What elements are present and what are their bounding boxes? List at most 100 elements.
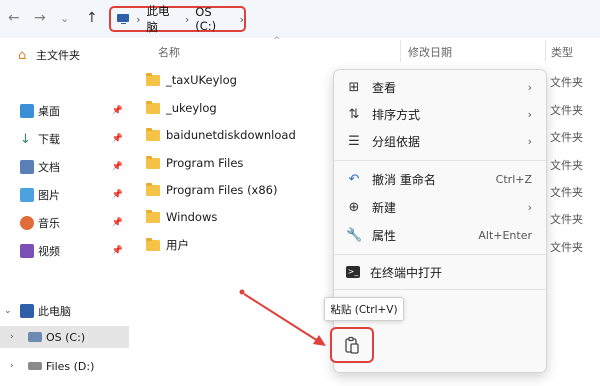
pin-icon[interactable]: 📌 — [112, 246, 123, 256]
pin-icon[interactable]: 📌 — [112, 190, 123, 200]
breadcrumb-this-pc[interactable]: 此电脑 — [147, 3, 179, 35]
menu-item-label: 排序方式 — [372, 107, 421, 122]
file-type: 文件夹 — [550, 213, 583, 226]
forward-icon[interactable]: → — [34, 10, 46, 26]
menu-item-view[interactable]: ⊞ 查看 › — [334, 74, 546, 100]
menu-separator — [334, 160, 546, 161]
file-type: 文件夹 — [550, 104, 583, 117]
breadcrumb-os-c[interactable]: OS (C:) — [195, 5, 233, 33]
file-name: 用户 — [166, 238, 189, 252]
file-row[interactable]: Program Files (x86) — [146, 179, 277, 201]
back-icon[interactable]: ← — [8, 10, 20, 26]
navigation-pane: ⌂ 主文件夹 桌面 📌 ↓ 下载 📌 文档 📌 图片 📌 音乐 📌 视频 📌 ⌄… — [0, 38, 129, 386]
sidebar-item-music[interactable]: 音乐 📌 — [0, 212, 129, 234]
sidebar-item-label: 下载 — [38, 133, 60, 146]
chevron-right-icon[interactable]: › — [10, 332, 14, 342]
menu-item-label: 查看 — [372, 80, 397, 95]
chevron-right-icon: › — [527, 200, 532, 214]
file-row[interactable]: _taxUKeylog — [146, 69, 237, 91]
chevron-right-icon: › — [527, 80, 532, 94]
download-icon: ↓ — [20, 132, 31, 147]
column-header-type[interactable]: 类型 — [551, 44, 573, 60]
pin-icon[interactable]: 📌 — [112, 134, 123, 144]
chevron-right-icon: › — [136, 12, 141, 26]
paste-button[interactable] — [330, 327, 374, 363]
computer-icon — [117, 14, 130, 24]
chevron-right-icon[interactable]: › — [240, 13, 244, 26]
menu-item-undo[interactable]: ↶ 撤消 重命名 Ctrl+Z — [334, 166, 546, 192]
menu-item-group[interactable]: ☰ 分组依据 › — [334, 128, 546, 154]
menu-item-properties[interactable]: 🔧 属性 Alt+Enter — [334, 222, 546, 248]
file-row[interactable]: Program Files — [146, 152, 243, 174]
paste-icon — [345, 336, 359, 354]
folder-icon — [146, 237, 160, 251]
menu-shortcut: Alt+Enter — [478, 228, 532, 242]
column-divider[interactable] — [545, 40, 546, 62]
folder-icon — [146, 127, 160, 141]
file-row[interactable]: baidunetdiskdownload — [146, 124, 296, 146]
file-name: Program Files (x86) — [166, 183, 278, 197]
paste-tooltip: 粘贴 (Ctrl+V) — [324, 297, 404, 321]
menu-item-sort[interactable]: ⇅ 排序方式 › — [334, 101, 546, 127]
menu-item-new[interactable]: ⊕ 新建 › — [334, 194, 546, 220]
sidebar-item-label: OS (C:) — [46, 330, 86, 344]
file-row[interactable]: _ukeylog — [146, 97, 217, 119]
menu-separator — [334, 289, 546, 290]
plus-circle-icon: ⊕ — [348, 199, 360, 215]
terminal-icon: >_ — [346, 266, 360, 278]
sidebar-item-label: 文档 — [38, 161, 60, 174]
sidebar-item-files-d[interactable]: › Files (D:) — [0, 355, 129, 377]
sidebar-item-downloads[interactable]: ↓ 下载 📌 — [0, 128, 129, 150]
column-divider[interactable] — [400, 40, 401, 62]
chevron-right-icon: › — [184, 12, 190, 26]
pin-icon[interactable]: 📌 — [112, 218, 123, 228]
recent-dropdown-icon[interactable]: ⌄ — [60, 12, 69, 25]
sidebar-item-os-c[interactable]: › OS (C:) — [0, 326, 129, 348]
drive-icon — [28, 332, 42, 342]
address-bar[interactable]: › 此电脑 › OS (C:) › — [109, 3, 246, 35]
folder-icon — [146, 155, 160, 169]
address-toolbar: ← → ⌄ ↑ › 此电脑 › OS (C:) › — [0, 0, 600, 38]
chevron-down-icon[interactable]: ⌄ — [4, 306, 12, 316]
menu-item-terminal[interactable]: >_ 在终端中打开 — [334, 259, 546, 285]
sidebar-item-pictures[interactable]: 图片 📌 — [0, 184, 129, 206]
file-row[interactable]: Windows — [146, 206, 217, 228]
video-icon — [20, 244, 34, 258]
sidebar-item-desktop[interactable]: 桌面 📌 — [0, 100, 129, 122]
column-header-modified[interactable]: 修改日期 — [408, 44, 452, 60]
folder-icon — [146, 100, 160, 114]
sidebar-item-home[interactable]: ⌂ 主文件夹 — [0, 44, 129, 66]
sidebar-item-label: 主文件夹 — [36, 49, 80, 62]
drive-icon — [28, 362, 42, 370]
chevron-right-icon[interactable]: › — [10, 361, 14, 371]
pin-icon[interactable]: 📌 — [112, 106, 123, 116]
menu-item-label: 属性 — [372, 228, 397, 243]
sort-indicator-icon: ^ — [273, 36, 281, 46]
sidebar-item-this-pc[interactable]: ⌄ 此电脑 — [0, 300, 129, 322]
chevron-right-icon: › — [527, 134, 532, 148]
file-name: _ukeylog — [166, 101, 217, 115]
folder-icon — [146, 72, 160, 86]
grid-icon: ⊞ — [348, 79, 360, 95]
sidebar-item-videos[interactable]: 视频 📌 — [0, 240, 129, 262]
document-icon — [20, 160, 34, 174]
home-icon: ⌂ — [18, 48, 27, 63]
sidebar-item-label: 桌面 — [38, 105, 60, 118]
undo-icon: ↶ — [348, 171, 360, 187]
menu-item-label: 在终端中打开 — [370, 265, 443, 280]
menu-item-label: 撤消 重命名 — [372, 172, 436, 187]
sidebar-item-label: 视频 — [38, 245, 60, 258]
file-name: _taxUKeylog — [166, 73, 237, 87]
sidebar-item-label: Files (D:) — [46, 359, 95, 373]
menu-separator — [334, 254, 546, 255]
wrench-icon: 🔧 — [346, 227, 363, 243]
sidebar-item-documents[interactable]: 文档 📌 — [0, 156, 129, 178]
file-type: 文件夹 — [550, 241, 583, 254]
file-row[interactable]: 用户 — [146, 234, 189, 256]
column-header-name[interactable]: 名称 — [158, 44, 180, 60]
computer-icon — [20, 304, 34, 318]
sidebar-item-label: 音乐 — [38, 217, 60, 230]
folder-icon — [146, 182, 160, 196]
up-icon[interactable]: ↑ — [86, 10, 98, 26]
pin-icon[interactable]: 📌 — [112, 162, 123, 172]
